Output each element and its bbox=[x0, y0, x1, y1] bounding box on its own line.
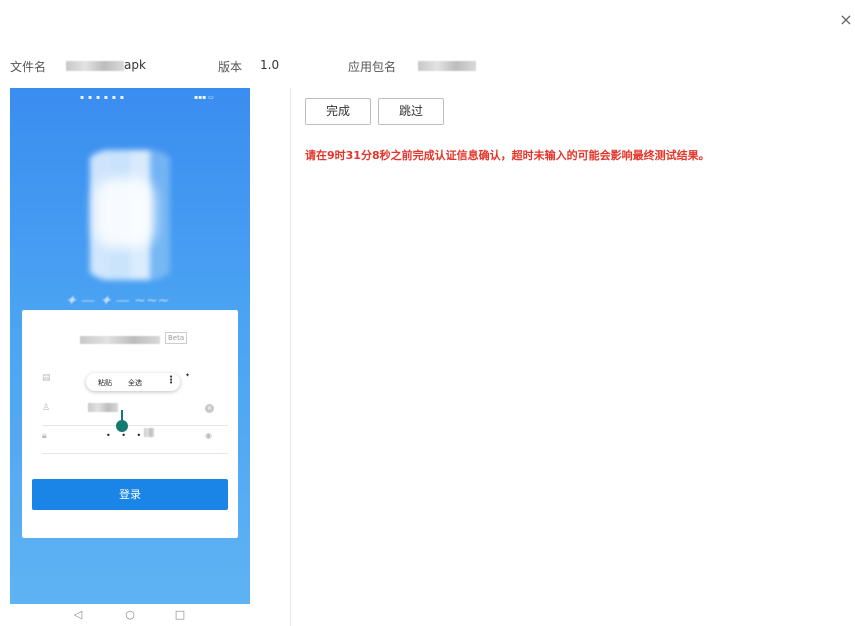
redacted-package bbox=[418, 60, 476, 71]
complete-button[interactable]: 完成 bbox=[305, 98, 371, 125]
redacted-filename bbox=[66, 60, 124, 71]
login-card: Beta ▤ 粘贴 全选 ⋮ ✦ ♙ ✕ 🔒︎ • • • ◉ 登录 bbox=[22, 310, 238, 538]
panel-divider bbox=[290, 88, 291, 626]
phone-status-bar: ▪ ▪ ▪ ▪ ▪ ▪ ▪▪▪ ▭ bbox=[10, 88, 250, 108]
password-input[interactable]: • • • bbox=[106, 431, 145, 440]
package-label: 应用包名 bbox=[348, 60, 397, 74]
package-value bbox=[418, 58, 476, 72]
eye-icon[interactable]: ◉ bbox=[205, 431, 212, 440]
login-button[interactable]: 登录 bbox=[32, 479, 228, 510]
select-all-option[interactable]: 全选 bbox=[128, 378, 142, 388]
user-icon: ♙ bbox=[42, 403, 51, 413]
filename-suffix: apk bbox=[124, 58, 146, 72]
watermark: ✦ — ✦ — ~~~ bbox=[65, 293, 170, 309]
username-input[interactable] bbox=[88, 403, 118, 412]
phone-screenshot: ▪ ▪ ▪ ▪ ▪ ▪ ▪▪▪ ▭ Beta ▤ 粘贴 全选 ⋮ ✦ ♙ ✕ 🔒… bbox=[10, 88, 250, 626]
username-underline bbox=[42, 425, 228, 426]
skip-button[interactable]: 跳过 bbox=[378, 98, 444, 125]
more-icon[interactable]: ⋮ bbox=[166, 376, 176, 386]
beta-badge: Beta bbox=[165, 332, 188, 344]
paste-option[interactable]: 粘贴 bbox=[98, 378, 112, 388]
version-label: 版本 bbox=[218, 60, 243, 74]
phone-nav-bar: ◁ ○ □ bbox=[10, 604, 250, 626]
clear-icon[interactable]: ✕ bbox=[205, 404, 214, 413]
battery-icon: ▪▪▪ ▭ bbox=[194, 94, 214, 101]
sparkle-icon: ✦ bbox=[185, 372, 191, 379]
status-icons: ▪ ▪ ▪ ▪ ▪ ▪ bbox=[80, 94, 125, 101]
back-icon[interactable]: ◁ bbox=[70, 607, 86, 623]
document-icon: ▤ bbox=[42, 373, 51, 383]
timeout-warning: 请在9时31分8秒之前完成认证信息确认，超时未输入的可能会影响最终测试结果。 bbox=[305, 149, 710, 162]
close-icon[interactable]: × bbox=[838, 12, 854, 28]
home-icon[interactable]: ○ bbox=[122, 607, 138, 623]
filename-value: apk bbox=[66, 58, 146, 72]
app-name-redacted bbox=[80, 336, 160, 344]
lock-icon: 🔒︎ bbox=[42, 431, 47, 441]
app-logo-highlight bbox=[95, 178, 155, 248]
recent-apps-icon[interactable]: □ bbox=[172, 607, 188, 623]
password-underline bbox=[42, 453, 228, 454]
password-redacted bbox=[144, 428, 154, 437]
text-context-menu: 粘贴 全选 ⋮ bbox=[86, 373, 180, 391]
filename-label: 文件名 bbox=[10, 60, 47, 74]
version-value: 1.0 bbox=[260, 58, 280, 72]
